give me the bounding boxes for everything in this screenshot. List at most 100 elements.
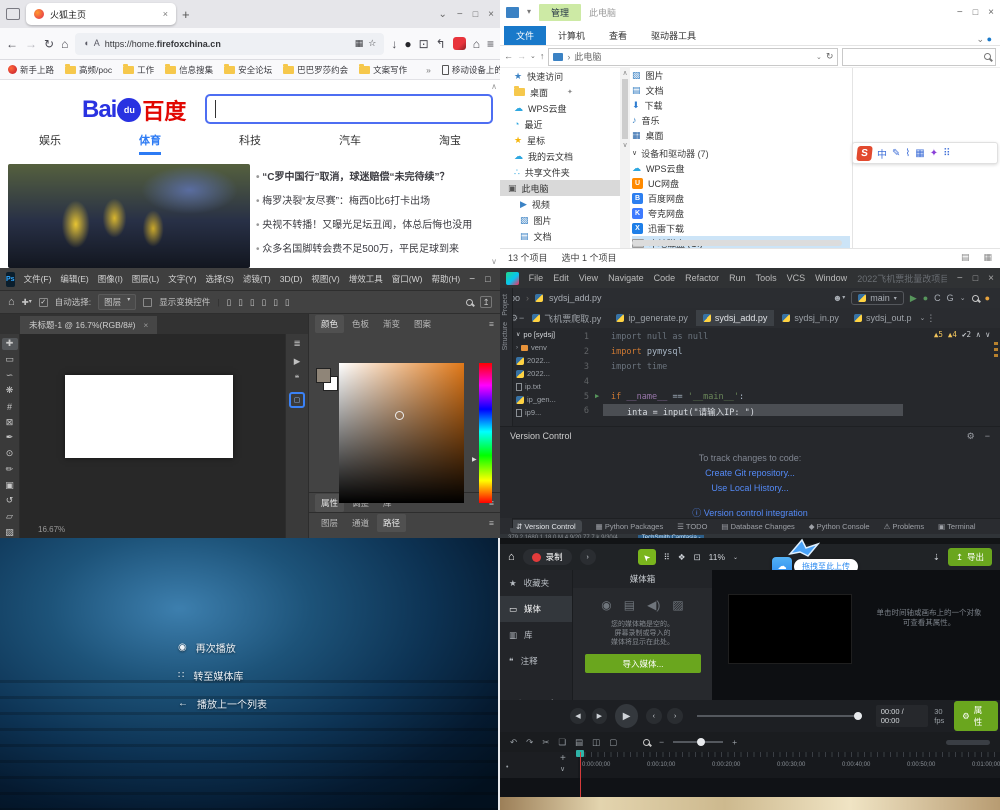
bookmark-device-item[interactable]: 移动设备上的书签 bbox=[441, 64, 500, 76]
screenshot-icon[interactable]: ▢ bbox=[609, 737, 617, 748]
menu-image[interactable]: 图像(I) bbox=[98, 273, 123, 285]
category-tab[interactable]: 淘宝 bbox=[439, 132, 461, 155]
menu-item-previous-list[interactable]: ← 播放上一个列表 bbox=[178, 696, 267, 711]
tool-tab-todo[interactable]: ☰ TODO bbox=[677, 522, 707, 531]
local-history-link[interactable]: Use Local History... bbox=[500, 481, 1000, 496]
download-icon[interactable]: ↓ bbox=[391, 38, 397, 50]
tree-item-file[interactable]: 2022... bbox=[513, 367, 563, 380]
tab-computer[interactable]: 计算机 bbox=[546, 26, 597, 45]
align-center-icon[interactable]: ▯ bbox=[238, 298, 243, 307]
minimize-icon[interactable]: − bbox=[469, 274, 475, 285]
healing-tool[interactable]: ⊙ bbox=[2, 448, 18, 460]
sidebar-item-recent[interactable]: ◔ 最近 bbox=[500, 116, 620, 132]
brush-tool[interactable]: ✏ bbox=[2, 464, 18, 476]
prev-issue-icon[interactable]: ∧ bbox=[976, 330, 981, 339]
close-icon[interactable]: × bbox=[488, 9, 494, 20]
minimize-icon[interactable]: − bbox=[957, 273, 963, 284]
ribbon-collapse-icon[interactable]: ⌄ ● bbox=[977, 34, 1000, 45]
actions-panel-icon[interactable]: ▶ bbox=[294, 356, 301, 366]
bookmark-item[interactable]: 工作 bbox=[123, 63, 154, 76]
timeline-zoom-slider[interactable] bbox=[673, 738, 724, 746]
folder-item-desktop[interactable]: ▦ 桌面 bbox=[632, 128, 850, 143]
document-artboard[interactable] bbox=[65, 375, 233, 458]
forward-icon[interactable]: → bbox=[517, 52, 526, 61]
menu-plugins[interactable]: 增效工具 bbox=[349, 273, 383, 285]
export-button[interactable]: ↥ 导出 bbox=[947, 548, 992, 566]
device-preview-icon[interactable]: ▢ bbox=[289, 391, 305, 408]
close-icon[interactable]: × bbox=[988, 273, 994, 284]
comment-panel-icon[interactable]: ❝ bbox=[295, 374, 300, 383]
menu-view[interactable]: View bbox=[579, 273, 598, 283]
folder-item-music[interactable]: ♪ 音乐 bbox=[632, 113, 850, 128]
track-options-dot[interactable]: • bbox=[506, 764, 508, 771]
eyedropper-tool[interactable]: ✒ bbox=[2, 432, 18, 444]
sidebar-item-this-pc[interactable]: ▣ 此电脑 bbox=[500, 180, 620, 196]
next-clip-icon[interactable]: › bbox=[667, 708, 684, 724]
sidebar-item-desktop[interactable]: 桌面 ✦ bbox=[500, 84, 620, 100]
sogou-logo[interactable]: S bbox=[856, 145, 873, 161]
sidebar-icon[interactable]: ⌂ bbox=[473, 38, 480, 50]
recent-locations-icon[interactable]: ⌄ bbox=[530, 53, 536, 60]
url-bar[interactable]: ◖ A https://home.firefoxchina.cn ▦ ☆ bbox=[75, 32, 385, 55]
properties-button[interactable]: ⚙ 属性 bbox=[954, 701, 998, 731]
tabs-more-icon[interactable]: ⋮ bbox=[926, 313, 935, 323]
breadcrumb-file[interactable]: sydsj_add.py bbox=[549, 293, 602, 303]
zoom-out-icon[interactable]: − bbox=[659, 737, 664, 747]
folder-item-downloads[interactable]: ⬇ 下载 bbox=[632, 98, 850, 113]
bookmark-item[interactable]: 新手上路 bbox=[8, 64, 54, 76]
crop-tool-icon[interactable]: ⊡ bbox=[694, 553, 701, 562]
document-tab[interactable]: 未标题-1 @ 16.7%(RGB/8#) × bbox=[20, 316, 158, 334]
rail-structure-label[interactable]: Structure bbox=[502, 322, 509, 350]
share-icon[interactable]: ↥ bbox=[480, 296, 492, 308]
zoom-level[interactable]: 16.67% bbox=[38, 525, 65, 534]
move-tool-icon[interactable]: ✚ ▾ bbox=[22, 298, 32, 307]
tree-item-file[interactable]: ip9... bbox=[513, 406, 563, 419]
sogou-mode-icon[interactable]: 中 bbox=[877, 146, 887, 161]
editor-tab[interactable]: sydsj_in.py bbox=[775, 310, 846, 326]
sidebar-item-starred[interactable]: ★ 星标 bbox=[500, 132, 620, 148]
distribute-v-icon[interactable]: ▯ bbox=[285, 298, 290, 307]
record-button[interactable]: 录制 bbox=[522, 549, 572, 565]
menu-navigate[interactable]: Navigate bbox=[608, 273, 644, 283]
maximize-icon[interactable]: □ bbox=[973, 273, 978, 283]
browser-tab[interactable]: 火狐主页 × bbox=[26, 3, 176, 25]
prev-clip-icon[interactable]: ‹ bbox=[646, 708, 662, 724]
tab-close-icon[interactable]: × bbox=[143, 320, 148, 330]
tree-item-root[interactable]: ∨ po [sydsj] bbox=[513, 328, 563, 341]
home-icon[interactable]: ⌂ bbox=[508, 551, 515, 563]
vc-integration-link[interactable]: ⓘ Version control integration bbox=[500, 506, 1000, 521]
panel-menu-icon[interactable]: ≡ bbox=[489, 518, 500, 528]
frame-tool[interactable]: ⊠ bbox=[2, 416, 18, 428]
menu-run[interactable]: Run bbox=[729, 273, 746, 283]
tab-close-icon[interactable]: × bbox=[163, 9, 168, 19]
menu-edit[interactable]: 编辑(E) bbox=[60, 273, 88, 285]
crop-tool[interactable]: # bbox=[2, 401, 18, 413]
tool-tab-database-changes[interactable]: ▤ Database Changes bbox=[721, 522, 794, 531]
qr-icon[interactable]: ▦ bbox=[355, 39, 364, 48]
run-gutter-icon[interactable]: ▶ bbox=[595, 392, 599, 400]
category-tab[interactable]: 娱乐 bbox=[39, 132, 61, 155]
tabs-dropdown-icon[interactable]: ⌄ bbox=[919, 315, 925, 322]
home-icon[interactable]: ⌂ bbox=[61, 38, 68, 50]
forward-icon[interactable]: → bbox=[25, 38, 37, 50]
mic-icon[interactable]: ⇣ bbox=[933, 553, 940, 562]
category-tab-active[interactable]: 体育 bbox=[139, 132, 161, 155]
undo-icon[interactable]: ↶ bbox=[510, 737, 517, 748]
tab-view[interactable]: 查看 bbox=[597, 26, 639, 45]
inspection-widget[interactable]: ▲5 ▲4 ✔2 ∧ ∨ bbox=[934, 330, 990, 339]
step-forward-icon[interactable]: ▶ bbox=[591, 708, 608, 724]
tree-item-venv[interactable]: › venv bbox=[513, 341, 563, 354]
tab-file[interactable]: 文件 bbox=[504, 26, 547, 45]
menu-select[interactable]: 选择(S) bbox=[206, 273, 234, 285]
code-editor[interactable]: 1 2 3 4 5 6 ▶ import null as null import… bbox=[563, 328, 1000, 426]
shield-icon[interactable]: ◖ bbox=[83, 39, 88, 48]
menu-window[interactable]: 窗口(W) bbox=[392, 273, 423, 285]
news-headline[interactable]: 众多名国脚转会费不足500万，平民足球到来 bbox=[256, 238, 500, 262]
hue-slider[interactable] bbox=[479, 363, 492, 503]
panel-hide-icon[interactable]: − bbox=[985, 431, 990, 442]
zoom-in-icon[interactable]: + bbox=[732, 737, 737, 747]
sidebar-item-media[interactable]: ▭ 媒体 bbox=[500, 596, 572, 622]
search-everywhere-icon[interactable] bbox=[971, 294, 979, 302]
add-track-icon[interactable]: + bbox=[560, 753, 566, 764]
project-hide-icon[interactable]: − bbox=[519, 313, 524, 323]
